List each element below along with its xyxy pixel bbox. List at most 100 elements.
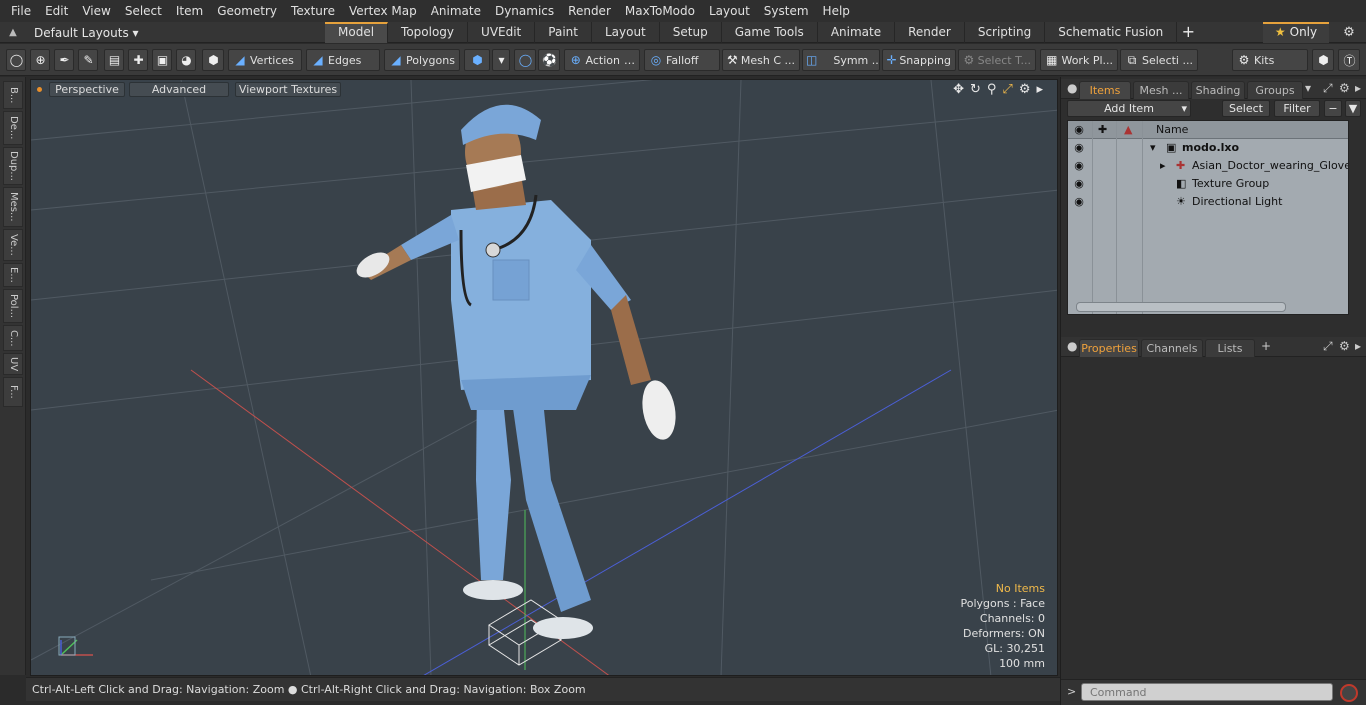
- tab-layout[interactable]: Layout: [592, 22, 660, 43]
- menu-help[interactable]: Help: [816, 0, 857, 22]
- select-mode-circle-button[interactable]: ◯: [6, 49, 26, 71]
- collapse-list-button[interactable]: −: [1324, 100, 1342, 117]
- kits-button[interactable]: ⚙ Kits: [1232, 49, 1308, 71]
- funnel-filter-button[interactable]: ▼: [1345, 100, 1361, 117]
- list-item-scene[interactable]: ◉ ▾ ▣ modo.lxo: [1068, 139, 1348, 157]
- item-mode-button[interactable]: ⬢: [202, 49, 224, 71]
- tab-properties[interactable]: Properties: [1079, 339, 1139, 357]
- menu-view[interactable]: View: [75, 0, 117, 22]
- panel-expand-icon[interactable]: ⤢: [1323, 81, 1333, 96]
- side-tab-polygon[interactable]: Pol...: [3, 289, 23, 323]
- action-center-button[interactable]: ⊕ Action…: [564, 49, 640, 71]
- sphere-button[interactable]: ⊕: [30, 49, 50, 71]
- brush-button[interactable]: ✎: [78, 49, 98, 71]
- menu-select[interactable]: Select: [118, 0, 169, 22]
- side-tab-curve[interactable]: C...: [3, 325, 23, 351]
- viewport-menu-arrow-icon[interactable]: ▸: [1036, 82, 1043, 97]
- menu-texture[interactable]: Texture: [284, 0, 342, 22]
- 3d-viewport[interactable]: Perspective Advanced Viewport Textures ✥…: [30, 79, 1058, 676]
- side-tab-vertex[interactable]: Ve...: [3, 229, 23, 261]
- work-plane-button[interactable]: ▦ Work Pl...: [1040, 49, 1118, 71]
- orbit-icon[interactable]: ↻: [970, 82, 981, 97]
- menu-edit[interactable]: Edit: [38, 0, 75, 22]
- list-item-mesh[interactable]: ◉ ▸ ✚ Asian_Doctor_wearing_Glove...: [1068, 157, 1348, 175]
- perspective-button[interactable]: Perspective: [49, 82, 125, 97]
- menu-dynamics[interactable]: Dynamics: [488, 0, 561, 22]
- tab-scripting[interactable]: Scripting: [965, 22, 1046, 43]
- list-item-light[interactable]: ◉ ☀ Directional Light: [1068, 193, 1348, 211]
- symmetry-shield-button[interactable]: ◯: [514, 49, 536, 71]
- record-macro-icon[interactable]: [1340, 684, 1358, 702]
- select-through-button[interactable]: ⚙ Select T...: [958, 49, 1036, 71]
- viewport-textures-button[interactable]: Viewport Textures: [235, 82, 341, 97]
- falloff-button[interactable]: ◎ Falloff: [644, 49, 720, 71]
- list-item-texture-group[interactable]: ◉ ◧ Texture Group: [1068, 175, 1348, 193]
- side-tab-edge[interactable]: E...: [3, 263, 23, 287]
- side-tab-fusion[interactable]: F...: [3, 377, 23, 407]
- collapse-arrow-icon[interactable]: ▸: [1160, 157, 1166, 175]
- tabs-dropdown-icon[interactable]: ▾: [1305, 81, 1311, 95]
- command-input[interactable]: [1081, 683, 1333, 701]
- polygons-button[interactable]: ◢ Polygons: [384, 49, 460, 71]
- menu-vertex-map[interactable]: Vertex Map: [342, 0, 424, 22]
- collapse-up-icon[interactable]: ▲: [4, 27, 22, 38]
- tab-topology[interactable]: Topology: [388, 22, 469, 43]
- panel-gear-icon[interactable]: ⚙: [1339, 339, 1350, 353]
- tab-uvedit[interactable]: UVEdit: [468, 22, 536, 43]
- zoom-icon[interactable]: ⚲: [987, 82, 997, 97]
- tab-render[interactable]: Render: [895, 22, 965, 43]
- tab-items[interactable]: Items: [1079, 81, 1131, 99]
- material-mode-button[interactable]: ⬢: [464, 49, 490, 71]
- layout-selector[interactable]: ▲ Default Layouts ▾: [4, 22, 138, 43]
- edges-button[interactable]: ◢ Edges: [306, 49, 380, 71]
- mesh-cleanup-button[interactable]: ⚒ Mesh C ...: [722, 49, 800, 71]
- tab-channels[interactable]: Channels: [1141, 339, 1203, 357]
- menu-system[interactable]: System: [757, 0, 816, 22]
- add-tab-button[interactable]: +: [1177, 22, 1199, 43]
- tab-animate[interactable]: Animate: [818, 22, 896, 43]
- menu-maxtomodo[interactable]: MaxToModo: [618, 0, 702, 22]
- item-list-scrollbar[interactable]: [1076, 302, 1286, 312]
- mode-dropdown-button[interactable]: ▾: [492, 49, 510, 71]
- panel-arrow-icon[interactable]: ▸: [1355, 81, 1361, 95]
- tab-model[interactable]: Model: [325, 22, 389, 43]
- side-tab-basic[interactable]: B...: [3, 81, 23, 109]
- tab-paint[interactable]: Paint: [535, 22, 592, 43]
- snapping-button[interactable]: ✛ Snapping: [882, 49, 956, 71]
- soccer-ball-button[interactable]: ⚽: [538, 49, 560, 71]
- frame-button[interactable]: ▣: [152, 49, 172, 71]
- only-toggle[interactable]: ★ Only: [1263, 22, 1329, 43]
- side-tab-duplicate[interactable]: Dup...: [3, 147, 23, 185]
- menu-file[interactable]: File: [4, 0, 38, 22]
- eye-icon[interactable]: ◉: [1072, 157, 1086, 175]
- pen-button[interactable]: ✒: [54, 49, 74, 71]
- expand-arrow-icon[interactable]: ▾: [1150, 139, 1156, 157]
- eye-icon[interactable]: ◉: [1072, 175, 1086, 193]
- tab-game-tools[interactable]: Game Tools: [722, 22, 818, 43]
- advanced-shading-button[interactable]: Advanced: [129, 82, 229, 97]
- unreal-button[interactable]: Ⓣ: [1338, 49, 1360, 71]
- unity-button[interactable]: ⬢: [1312, 49, 1334, 71]
- side-tab-uv[interactable]: UV: [3, 353, 23, 375]
- viewport-settings-icon[interactable]: ⚙: [1019, 82, 1031, 97]
- add-item-button[interactable]: Add Item ▾: [1067, 100, 1191, 117]
- symmetry-button[interactable]: ◫ Symm ...: [802, 49, 880, 71]
- side-tab-mesh-edit[interactable]: Mes...: [3, 187, 23, 227]
- menu-geometry[interactable]: Geometry: [210, 0, 284, 22]
- selection-sets-button[interactable]: ⧉ Selecti ...: [1120, 49, 1198, 71]
- panel-gear-icon[interactable]: ⚙: [1339, 81, 1350, 95]
- gear-icon[interactable]: ⚙: [1339, 22, 1359, 43]
- maximize-icon[interactable]: ⤢: [1002, 82, 1012, 97]
- menu-animate[interactable]: Animate: [424, 0, 488, 22]
- tab-lists[interactable]: Lists: [1205, 339, 1255, 357]
- eye-icon[interactable]: ◉: [1072, 139, 1086, 157]
- tab-shading[interactable]: Shading: [1191, 81, 1245, 99]
- panel-expand-icon[interactable]: ⤢: [1323, 339, 1333, 354]
- menu-render[interactable]: Render: [561, 0, 618, 22]
- select-button[interactable]: Select: [1222, 100, 1270, 117]
- tab-schematic-fusion[interactable]: Schematic Fusion: [1045, 22, 1178, 43]
- vertices-button[interactable]: ◢ Vertices: [228, 49, 302, 71]
- menu-layout[interactable]: Layout: [702, 0, 757, 22]
- tab-setup[interactable]: Setup: [660, 22, 722, 43]
- menu-item[interactable]: Item: [169, 0, 210, 22]
